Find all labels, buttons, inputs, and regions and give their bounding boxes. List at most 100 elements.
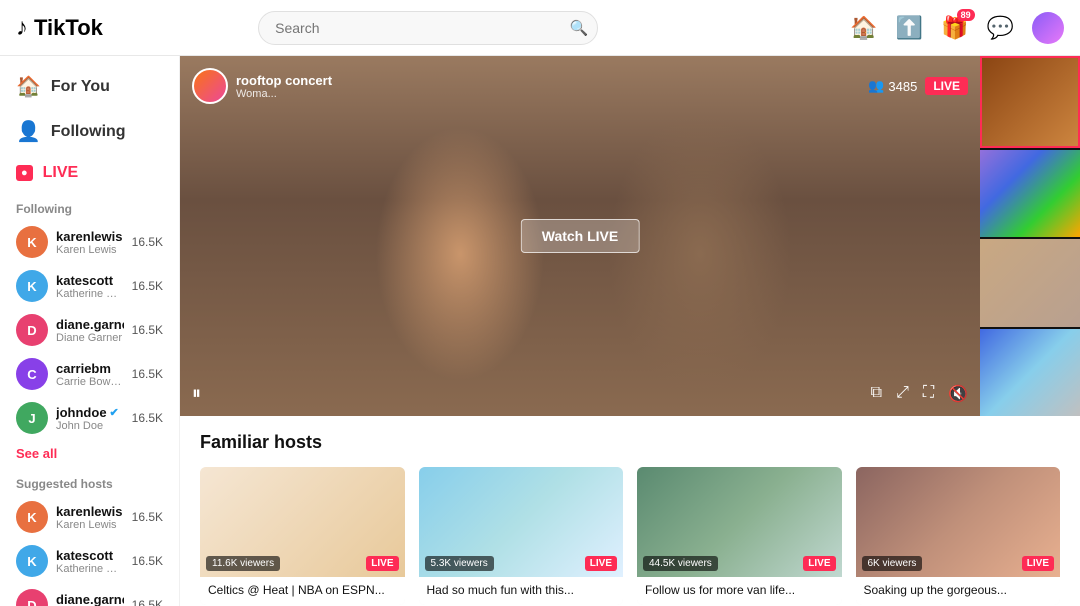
live-creator-info: rooftop concert Woma... xyxy=(192,68,332,104)
familiar-hosts-section: Familiar hosts 11.6K viewers LIVE Celtic… xyxy=(180,416,1080,606)
suggested-user-diane[interactable]: D diane.garner Diane Garner 16.5K xyxy=(0,583,179,606)
host-title-1: Celtics @ Heat | NBA on ESPN... xyxy=(208,583,397,599)
host-info-4: Soaking up the gorgeous... xyxy=(856,577,1061,605)
following-user-diane-garner[interactable]: D diane.garner ✔ Diane Garner 16.5K xyxy=(0,308,179,352)
fullscreen-icon[interactable]: ⛶ xyxy=(923,384,934,404)
sidebar: 🏠 For You 👤 Following ● LIVE Following K… xyxy=(0,56,180,606)
viewer-number: 3485 xyxy=(888,79,917,94)
tiktok-logo-icon: ♪ xyxy=(16,14,28,42)
sug-avatar-diane: D xyxy=(16,589,48,606)
username-karenlewis: karenlewis ✔ xyxy=(56,229,124,244)
sidebar-item-following[interactable]: 👤 Following xyxy=(0,109,179,154)
sug-avatar-karen: K xyxy=(16,501,48,533)
following-user-carriebm[interactable]: C carriebm Carrie Bowman 16.5K xyxy=(0,352,179,396)
sidebar-item-live[interactable]: ● LIVE xyxy=(0,154,179,192)
search-input[interactable] xyxy=(258,11,598,45)
host-viewers-2: 5.3K viewers xyxy=(425,556,494,571)
content-area: rooftop concert Woma... 👥 3485 LIVE Watc… xyxy=(180,56,1080,606)
header: ♪ TikTok 🔍 🏠 ⬆️ 🎁 89 💬 xyxy=(0,0,1080,56)
host-card-3[interactable]: 44.5K viewers LIVE Follow us for more va… xyxy=(637,467,842,605)
host-info-3: Follow us for more van life... xyxy=(637,577,842,605)
verified-icon-4: ✔ xyxy=(110,406,119,419)
user-avatar-diane: D xyxy=(16,314,48,346)
host-thumb-4: 6K viewers LIVE xyxy=(856,467,1061,577)
live-creator-avatar xyxy=(192,68,228,104)
live-thumb-3[interactable] xyxy=(980,239,1080,327)
suggested-section-title: Suggested hosts xyxy=(0,467,179,495)
host-thumb-3: 44.5K viewers LIVE xyxy=(637,467,842,577)
host-live-badge-2: LIVE xyxy=(585,556,617,571)
following-section-title: Following xyxy=(0,192,179,220)
host-card-4[interactable]: 6K viewers LIVE Soaking up the gorgeous.… xyxy=(856,467,1061,605)
live-controls-right: ⧉ ⤢ ⛶ 🔇 xyxy=(871,384,968,404)
viewer-count: 👥 3485 xyxy=(868,78,917,94)
host-viewers-1: 11.6K viewers xyxy=(206,556,280,571)
gift-icon[interactable]: 🎁 89 xyxy=(941,15,968,41)
suggested-user-katescott[interactable]: K katescott Katherine Scott 16.5K xyxy=(0,539,179,583)
nav-following-label: Following xyxy=(51,123,126,141)
sidebar-item-for-you[interactable]: 🏠 For You xyxy=(0,64,179,109)
host-title-2: Had so much fun with this... xyxy=(427,583,616,599)
live-thumb-1[interactable] xyxy=(980,56,1080,148)
see-all-link[interactable]: See all xyxy=(0,440,179,467)
logo[interactable]: ♪ TikTok xyxy=(16,14,126,42)
nav-live-label: LIVE xyxy=(43,164,79,182)
host-viewers-4: 6K viewers xyxy=(862,556,923,571)
host-card-1[interactable]: 11.6K viewers LIVE Celtics @ Heat | NBA … xyxy=(200,467,405,605)
live-creator-name: rooftop concert xyxy=(236,73,332,88)
host-card-2[interactable]: 5.3K viewers LIVE Had so much fun with t… xyxy=(419,467,624,605)
live-icon: ● xyxy=(16,165,33,181)
search-icon[interactable]: 🔍 xyxy=(569,19,588,37)
host-info-1: Celtics @ Heat | NBA on ESPN... xyxy=(200,577,405,605)
live-stats: 👥 3485 LIVE xyxy=(868,77,968,95)
person-nav-icon: 👤 xyxy=(16,119,41,144)
expand-icon[interactable]: ⤢ xyxy=(896,384,909,404)
live-thumb-2[interactable] xyxy=(980,150,1080,238)
host-live-badge-3: LIVE xyxy=(803,556,835,571)
pause-button[interactable]: ⏸ xyxy=(192,383,201,404)
host-thumb-2: 5.3K viewers LIVE xyxy=(419,467,624,577)
gift-badge: 89 xyxy=(957,9,975,21)
home-nav-icon: 🏠 xyxy=(16,74,41,99)
live-banner: rooftop concert Woma... 👥 3485 LIVE Watc… xyxy=(180,56,1080,416)
nav-for-you-label: For You xyxy=(51,78,110,96)
host-title-4: Soaking up the gorgeous... xyxy=(864,583,1053,599)
user-avatar-karenlewis: K xyxy=(16,226,48,258)
host-thumb-1: 11.6K viewers LIVE xyxy=(200,467,405,577)
user-avatar-carrie: C xyxy=(16,358,48,390)
watch-live-button[interactable]: Watch LIVE xyxy=(521,219,640,253)
header-icons: 🏠 ⬆️ 🎁 89 💬 xyxy=(850,12,1064,44)
live-badge: LIVE xyxy=(925,77,968,95)
viewer-icon: 👥 xyxy=(868,78,884,94)
user-avatar-katescott: K xyxy=(16,270,48,302)
host-viewers-3: 44.5K viewers xyxy=(643,556,718,571)
upload-icon[interactable]: ⬆️ xyxy=(896,15,923,41)
live-thumbnails xyxy=(980,56,1080,416)
main-layout: 🏠 For You 👤 Following ● LIVE Following K… xyxy=(0,56,1080,606)
logo-text: TikTok xyxy=(34,15,103,41)
messages-icon[interactable]: 💬 xyxy=(987,15,1014,41)
following-user-katescott[interactable]: K katescott Katherine Scott 16.5K xyxy=(0,264,179,308)
realname-karenlewis: Karen Lewis xyxy=(56,244,124,256)
search-bar: 🔍 xyxy=(258,11,598,45)
live-creator-text: rooftop concert Woma... xyxy=(236,73,332,100)
live-overlay-top: rooftop concert Woma... 👥 3485 LIVE xyxy=(192,68,968,104)
following-user-karenlewis[interactable]: K karenlewis ✔ Karen Lewis 16.5K xyxy=(0,220,179,264)
home-icon[interactable]: 🏠 xyxy=(850,15,877,41)
live-thumb-4[interactable] xyxy=(980,329,1080,417)
suggested-user-karenlewis[interactable]: K karenlewis ✔ Karen Lewis 16.5K xyxy=(0,495,179,539)
host-info-2: Had so much fun with this... xyxy=(419,577,624,605)
pip-icon[interactable]: ⧉ xyxy=(871,384,882,404)
host-live-badge-4: LIVE xyxy=(1022,556,1054,571)
live-controls: ⏸ ⧉ ⤢ ⛶ 🔇 xyxy=(192,383,968,404)
sug-avatar-kate: K xyxy=(16,545,48,577)
avatar[interactable] xyxy=(1032,12,1064,44)
user-info-karenlewis: karenlewis ✔ Karen Lewis xyxy=(56,229,124,256)
count-karenlewis: 16.5K xyxy=(132,235,163,249)
live-video-main[interactable]: rooftop concert Woma... 👥 3485 LIVE Watc… xyxy=(180,56,980,416)
user-avatar-johndoe: J xyxy=(16,402,48,434)
familiar-hosts-title: Familiar hosts xyxy=(200,432,1060,453)
volume-icon[interactable]: 🔇 xyxy=(948,384,968,404)
live-creator-sub: Woma... xyxy=(236,88,332,100)
following-user-johndoe[interactable]: J johndoe ✔ John Doe 16.5K xyxy=(0,396,179,440)
